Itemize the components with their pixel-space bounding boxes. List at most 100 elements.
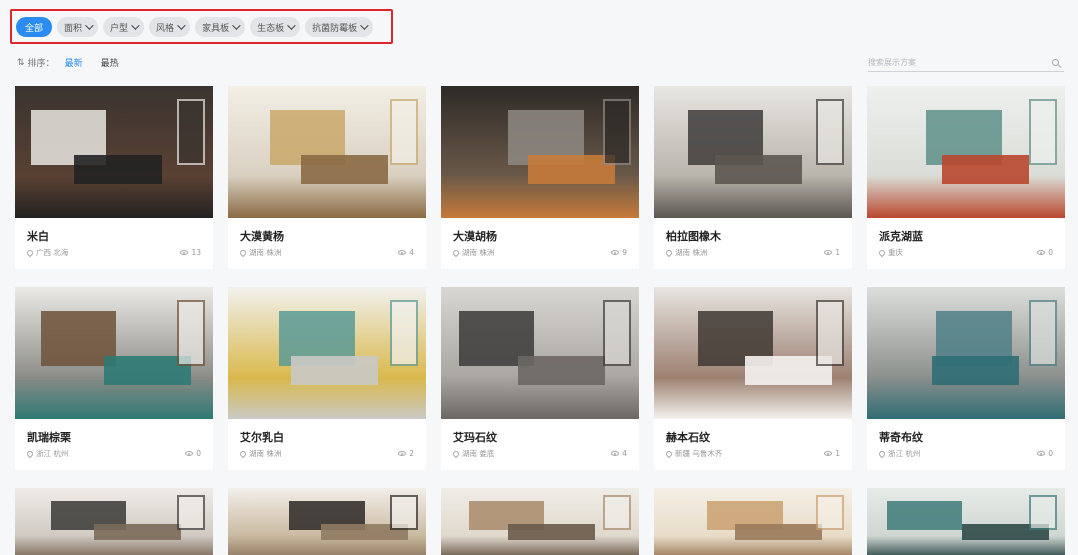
scheme-title: 柏拉图橡木 <box>666 230 721 243</box>
scheme-card[interactable]: 柏拉图橡木 湖南 株洲 1 <box>654 86 852 269</box>
scheme-info: 赫本石纹 新疆 乌鲁木齐 1 <box>654 419 852 459</box>
furniture-shape <box>932 355 1020 385</box>
location-text: 新疆 乌鲁木齐 <box>675 449 723 458</box>
furniture-shape <box>715 154 803 184</box>
location-text: 湖南 株洲 <box>249 248 282 257</box>
scheme-thumbnail[interactable] <box>654 287 852 419</box>
view-count: 4 <box>398 248 414 257</box>
view-count: 2 <box>398 449 414 458</box>
chevron-down-icon <box>287 21 296 30</box>
view-count-text: 0 <box>196 449 201 458</box>
scheme-thumbnail[interactable] <box>441 287 639 419</box>
scheme-meta: 广西 北海 13 <box>25 247 201 258</box>
location-pin-icon <box>238 449 248 458</box>
chevron-down-icon <box>232 21 241 30</box>
filter-furniture-board-dropdown[interactable]: 家具板 <box>195 17 246 37</box>
scheme-thumbnail[interactable] <box>228 488 426 555</box>
eye-icon <box>1037 451 1046 456</box>
scheme-card[interactable] <box>441 488 639 555</box>
scheme-card[interactable] <box>654 488 852 555</box>
scheme-thumbnail[interactable] <box>654 86 852 218</box>
scheme-info: 蒂奇布纹 浙江 杭州 0 <box>867 419 1065 459</box>
eye-icon <box>611 250 620 255</box>
scheme-info: 艾玛石纹湖南 娄底 4 <box>441 419 639 459</box>
scheme-meta: 湖南 株洲 2 <box>238 448 414 459</box>
wall-panel-shape <box>886 500 963 530</box>
furniture-shape <box>301 154 389 184</box>
scheme-thumbnail[interactable] <box>867 287 1065 419</box>
window-shape <box>603 300 632 367</box>
scheme-thumbnail[interactable] <box>441 86 639 218</box>
scheme-thumbnail[interactable] <box>867 86 1065 218</box>
chevron-down-icon <box>360 21 369 30</box>
scheme-thumbnail[interactable] <box>654 488 852 555</box>
window-shape <box>1029 495 1058 530</box>
chevron-down-icon <box>85 21 94 30</box>
scheme-thumbnail[interactable] <box>867 488 1065 555</box>
view-count: 9 <box>611 248 627 257</box>
search-icon[interactable] <box>1052 59 1059 66</box>
furniture-shape <box>291 355 379 385</box>
sort-icon: ⇅ <box>17 57 25 68</box>
location-text: 浙江 杭州 <box>888 449 921 458</box>
furniture-shape <box>942 154 1030 184</box>
scheme-thumbnail[interactable] <box>441 488 639 555</box>
location-pin-icon <box>877 248 887 257</box>
location: 湖南 娄底 <box>451 448 494 459</box>
location-pin-icon <box>451 248 461 257</box>
scheme-thumbnail[interactable] <box>228 287 426 419</box>
search-input[interactable] <box>868 58 1048 67</box>
scheme-card[interactable]: 米白 广西 北海 13 <box>15 86 213 269</box>
filter-antibacterial-board-dropdown[interactable]: 抗菌防霉板 <box>305 17 374 37</box>
view-count-text: 4 <box>622 449 627 458</box>
eye-icon <box>398 250 407 255</box>
filter-style-dropdown[interactable]: 风格 <box>149 17 191 37</box>
window-shape <box>177 99 206 166</box>
scheme-thumbnail[interactable] <box>228 86 426 218</box>
scheme-thumbnail[interactable] <box>15 287 213 419</box>
scheme-title: 凯瑞棕栗 <box>27 431 71 444</box>
sort-newest[interactable]: 最新 <box>65 56 83 69</box>
sort-hottest[interactable]: 最热 <box>101 56 119 69</box>
scheme-card[interactable]: 艾尔乳白湖南 株洲 2 <box>228 287 426 470</box>
scheme-card[interactable] <box>15 488 213 555</box>
view-count: 0 <box>1037 248 1053 257</box>
filter-eco-board-dropdown[interactable]: 生态板 <box>250 17 301 37</box>
furniture-shape <box>518 355 606 385</box>
location: 湖南 株洲 <box>664 247 708 258</box>
scheme-card[interactable]: 艾玛石纹湖南 娄底 4 <box>441 287 639 470</box>
scheme-thumbnail[interactable] <box>15 488 213 555</box>
scheme-card[interactable]: 赫本石纹 新疆 乌鲁木齐 1 <box>654 287 852 470</box>
chevron-down-icon <box>131 21 140 30</box>
filter-area-dropdown[interactable]: 面积 <box>57 17 99 37</box>
scheme-card[interactable]: 大漠胡杨 湖南 株洲 9 <box>441 86 639 269</box>
filter-layout-dropdown[interactable]: 户型 <box>103 17 145 37</box>
furniture-shape <box>528 154 616 184</box>
location: 新疆 乌鲁木齐 <box>664 448 723 459</box>
scheme-card[interactable]: 派克湖蓝 重庆 0 <box>867 86 1065 269</box>
window-shape <box>816 99 845 166</box>
window-shape <box>390 300 419 367</box>
location-text: 广西 北海 <box>36 248 69 257</box>
window-shape <box>177 300 206 367</box>
location-pin-icon <box>451 449 461 458</box>
eye-icon <box>824 451 833 456</box>
location-text: 湖南 株洲 <box>462 248 495 257</box>
scheme-card[interactable]: 蒂奇布纹 浙江 杭州 0 <box>867 287 1065 470</box>
scheme-title: 艾尔乳白 <box>240 431 284 444</box>
scheme-card[interactable]: 凯瑞棕栗浙江 杭州 0 <box>15 287 213 470</box>
scheme-meta: 浙江 杭州 0 <box>25 448 201 459</box>
scheme-card[interactable] <box>867 488 1065 555</box>
scheme-title: 艾玛石纹 <box>453 431 497 444</box>
scheme-thumbnail[interactable] <box>15 86 213 218</box>
view-count-text: 0 <box>1048 248 1053 257</box>
furniture-shape <box>74 154 162 184</box>
scheme-card[interactable]: 大漠黄杨 湖南 株洲 4 <box>228 86 426 269</box>
location: 浙江 杭州 <box>877 448 921 459</box>
filter-bar: 全部 面积 户型 风格 家具板 生态板 抗菌防霉板 <box>16 17 374 37</box>
view-count: 1 <box>824 449 840 458</box>
scheme-card[interactable] <box>228 488 426 555</box>
filter-all-button[interactable]: 全部 <box>16 17 53 37</box>
location-text: 湖南 株洲 <box>675 248 708 257</box>
location: 湖南 株洲 <box>238 247 282 258</box>
